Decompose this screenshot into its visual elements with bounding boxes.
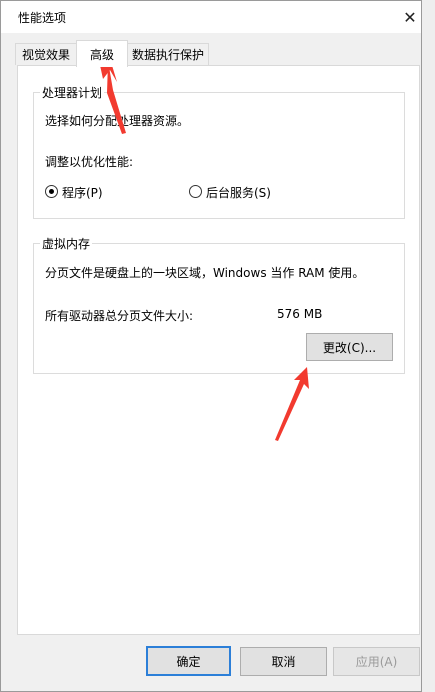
tab-visual-effects[interactable]: 视觉效果: [15, 43, 77, 65]
virtual-memory-title: 虚拟内存: [40, 235, 93, 252]
close-button[interactable]: ✕: [399, 6, 421, 28]
processor-description: 选择如何分配处理器资源。: [45, 114, 190, 128]
background-services-radio-label: 后台服务(S): [206, 186, 271, 200]
virtual-memory-description: 分页文件是硬盘上的一块区域，Windows 当作 RAM 使用。: [45, 266, 365, 280]
change-virtual-memory-button[interactable]: 更改(C)...: [306, 333, 393, 361]
apply-button[interactable]: 应用(A): [333, 647, 420, 676]
close-icon: ✕: [403, 7, 417, 27]
background-services-radio[interactable]: [189, 185, 202, 198]
button-label: 应用(A): [355, 655, 398, 669]
advanced-tab-panel: 处理器计划 选择如何分配处理器资源。 调整以优化性能: 程序(P) 后台服务(S…: [17, 65, 420, 635]
cancel-button[interactable]: 取消: [240, 647, 327, 676]
programs-radio-label: 程序(P): [62, 186, 103, 200]
paging-file-size-value: 576 MB: [277, 307, 323, 321]
title-bar[interactable]: 性能选项 ✕: [1, 1, 421, 33]
tab-label: 视觉效果: [21, 48, 70, 62]
virtual-memory-group: 虚拟内存 分页文件是硬盘上的一块区域，Windows 当作 RAM 使用。 所有…: [33, 235, 405, 374]
tab-label: 数据执行保护: [131, 48, 204, 62]
tab-label: 高级: [89, 47, 114, 62]
button-label: 取消: [271, 655, 296, 669]
processor-scheduling-group: 处理器计划 选择如何分配处理器资源。 调整以优化性能: 程序(P) 后台服务(S…: [33, 84, 405, 219]
programs-radio[interactable]: [45, 185, 58, 198]
dialog-title: 性能选项: [18, 11, 67, 25]
programs-radio-option[interactable]: 程序(P): [45, 183, 155, 201]
button-label: 更改(C)...: [322, 340, 377, 355]
button-label: 确定: [176, 654, 201, 669]
adjust-for-label: 调整以优化性能:: [45, 155, 134, 169]
paging-file-size-label: 所有驱动器总分页文件大小:: [45, 309, 194, 323]
tab-advanced[interactable]: 高级: [76, 40, 128, 67]
processor-scheduling-title: 处理器计划: [40, 84, 105, 101]
background-services-radio-option[interactable]: 后台服务(S): [189, 183, 309, 201]
background-window-right: [421, 0, 435, 692]
tab-data-execution-prevention[interactable]: 数据执行保护: [127, 43, 209, 65]
ok-button[interactable]: 确定: [146, 646, 231, 676]
performance-options-dialog: 性能选项 ✕ 视觉效果 高级 数据执行保护 处理器计划 选择如何分配处理器资源。…: [0, 0, 422, 692]
